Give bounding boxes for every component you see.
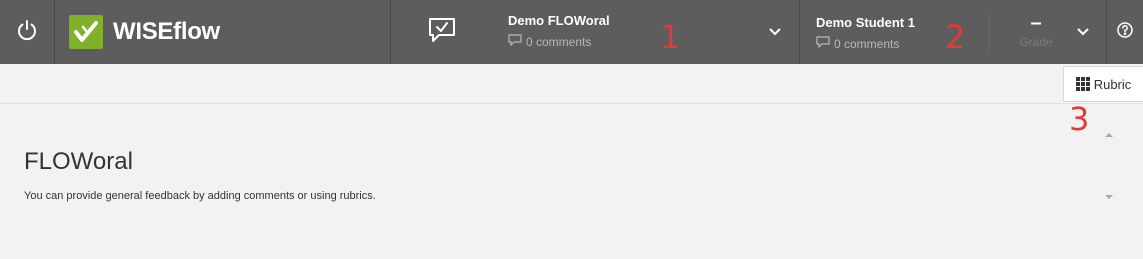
- student-title: Demo Student 1: [816, 15, 915, 30]
- power-icon: [16, 19, 38, 46]
- help-circle-icon: [1116, 21, 1133, 43]
- chevron-down-icon: [1077, 23, 1089, 41]
- divider: [799, 0, 800, 64]
- comment-bubble-icon: [816, 36, 834, 51]
- collapse-up-arrow-icon[interactable]: [1105, 133, 1113, 137]
- student-comments[interactable]: 0 comments: [816, 36, 915, 51]
- help-button[interactable]: [1106, 0, 1143, 64]
- student-selector[interactable]: Demo Student 1 0 comments: [816, 15, 915, 55]
- step-marker-1: 1: [660, 18, 681, 56]
- step-marker-3: 3: [1069, 100, 1090, 138]
- wiseflow-logo-icon: [69, 15, 103, 49]
- chevron-down-icon: [769, 23, 781, 41]
- student-dropdown-toggle[interactable]: [1068, 0, 1098, 64]
- grid-icon: [1075, 77, 1090, 91]
- brand-name: WISEflow: [113, 18, 220, 45]
- divider: [390, 0, 391, 64]
- rubric-label: Rubric: [1093, 76, 1132, 92]
- flow-dropdown-toggle[interactable]: [760, 0, 790, 64]
- grade-value: –: [1030, 12, 1042, 34]
- flow-selector[interactable]: Demo FLOWoral 0 comments: [508, 13, 610, 53]
- step-marker-2: 2: [945, 18, 966, 56]
- grade-label: Grade: [1019, 35, 1053, 49]
- grade-field[interactable]: – Grade: [1004, 0, 1068, 64]
- rubric-button[interactable]: Rubric: [1063, 66, 1143, 102]
- flow-title: Demo FLOWoral: [508, 13, 610, 28]
- flow-comments-count: 0 comments: [526, 34, 592, 49]
- power-button[interactable]: [0, 0, 54, 64]
- top-bar: WISEflow Demo FLOWoral 0 comments 1 Demo…: [0, 0, 1143, 64]
- expand-down-arrow-icon[interactable]: [1105, 195, 1113, 199]
- feedback-button[interactable]: [420, 0, 464, 64]
- comment-bubble-icon: [508, 34, 526, 49]
- divider: [54, 0, 55, 64]
- wiseflow-logo: WISEflow: [69, 15, 220, 49]
- page-title: FLOWoral: [24, 148, 133, 175]
- student-comments-count: 0 comments: [834, 36, 900, 51]
- flow-comments[interactable]: 0 comments: [508, 34, 610, 49]
- page-description: You can provide general feedback by addi…: [24, 190, 376, 202]
- divider: [988, 14, 989, 54]
- speech-bubble-check-icon: [426, 15, 458, 50]
- toolbar: [0, 64, 1143, 104]
